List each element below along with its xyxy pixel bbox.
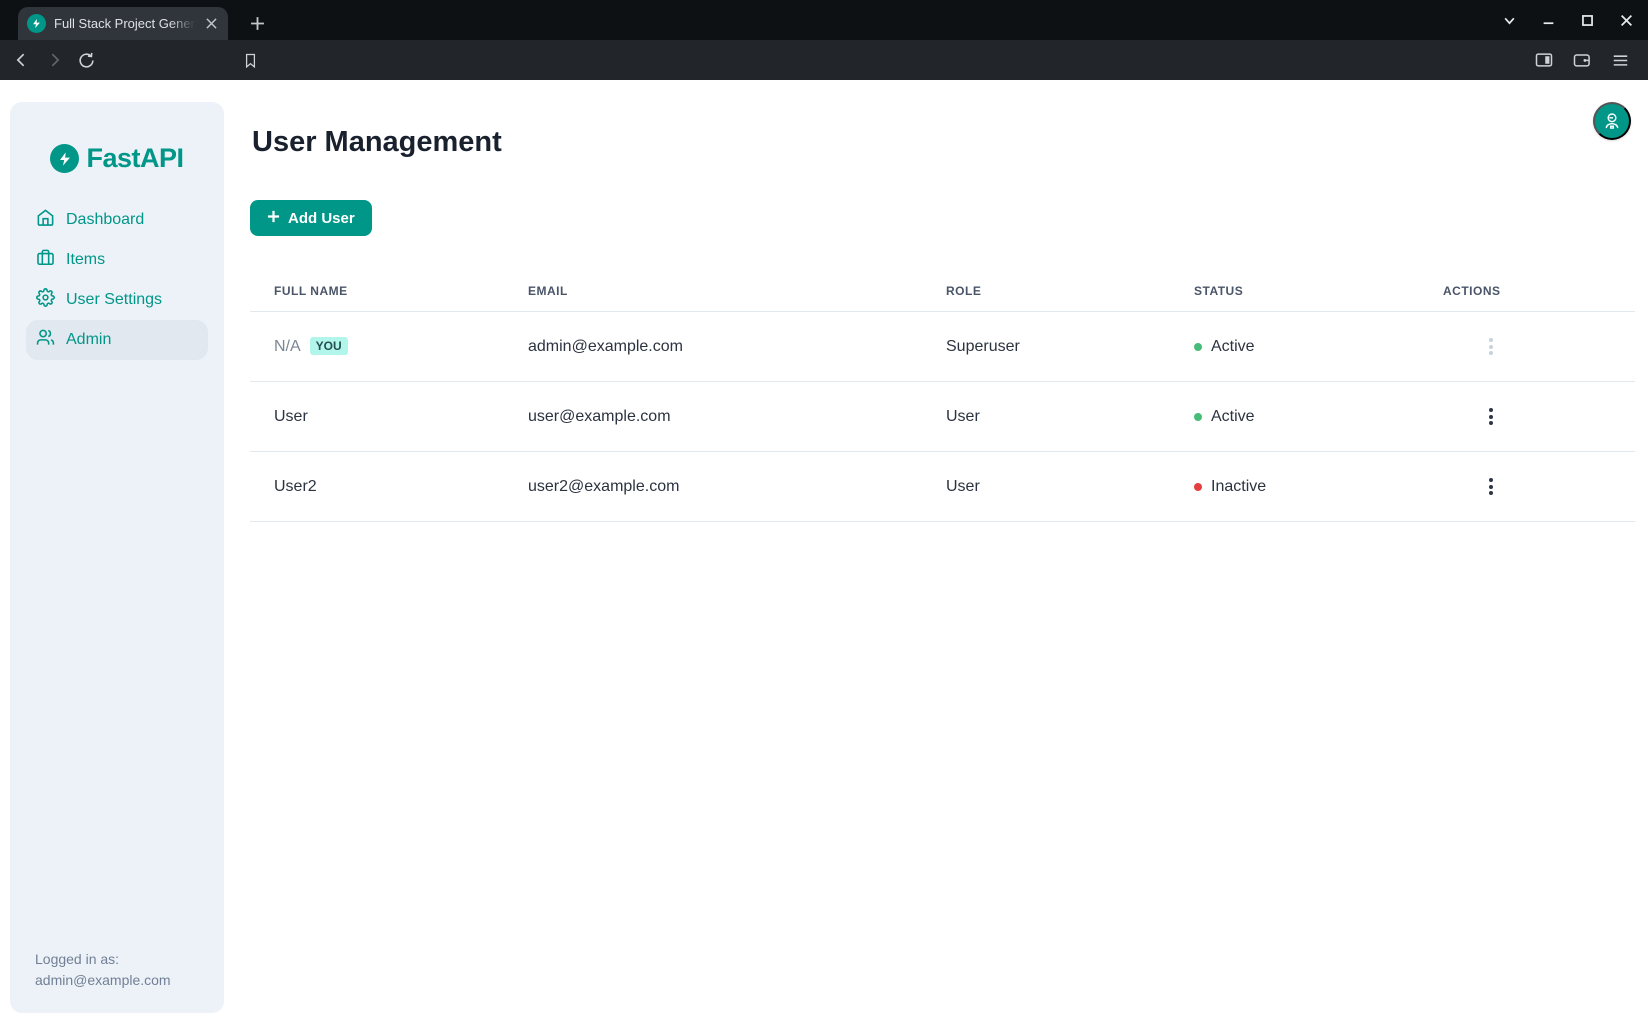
- status-label: Active: [1211, 338, 1255, 356]
- add-user-button[interactable]: Add User: [250, 200, 372, 236]
- user-menu-button[interactable]: [1593, 102, 1631, 140]
- cell-full-name: User: [250, 382, 504, 452]
- users-table: FULL NAME EMAIL ROLE STATUS ACTIONS N/A Y…: [250, 270, 1635, 522]
- sidebar-item-label: Items: [66, 251, 105, 269]
- tab-search-chevron-icon[interactable]: [1501, 12, 1517, 28]
- table-row: User2 user2@example.com User Inactive: [250, 452, 1635, 522]
- row-actions-menu-icon[interactable]: [1479, 403, 1503, 431]
- status-dot: [1194, 343, 1202, 351]
- full-name: N/A: [274, 338, 301, 355]
- cell-email: admin@example.com: [504, 312, 922, 382]
- you-badge: YOU: [310, 337, 348, 355]
- table-row: User user@example.com User Active: [250, 382, 1635, 452]
- row-actions-menu-icon[interactable]: [1479, 473, 1503, 501]
- col-status: STATUS: [1170, 270, 1419, 312]
- menu-hamburger-icon[interactable]: [1608, 48, 1632, 72]
- cell-full-name: User2: [250, 452, 504, 522]
- tab-title: Full Stack Project Genera: [54, 16, 195, 31]
- logged-in-label: Logged in as:: [35, 949, 171, 970]
- cell-role: User: [922, 382, 1170, 452]
- wallet-icon[interactable]: [1570, 48, 1594, 72]
- table-header-row: FULL NAME EMAIL ROLE STATUS ACTIONS: [250, 270, 1635, 312]
- sidebar-item-label: User Settings: [66, 291, 162, 309]
- full-name: User2: [274, 478, 317, 495]
- cell-full-name: N/A YOU: [250, 312, 504, 382]
- cell-role: Superuser: [922, 312, 1170, 382]
- new-tab-button[interactable]: [244, 10, 270, 36]
- minimize-button[interactable]: [1540, 12, 1556, 28]
- status-label: Inactive: [1211, 478, 1266, 496]
- full-name: User: [274, 408, 308, 425]
- status-dot: [1194, 483, 1202, 491]
- bookmark-icon[interactable]: [238, 48, 262, 72]
- fastapi-logo-icon: [50, 144, 79, 173]
- maximize-button[interactable]: [1579, 12, 1595, 28]
- sidebar-item-items[interactable]: Items: [26, 240, 208, 280]
- sidebar-nav: Dashboard Items User Settings: [10, 200, 224, 360]
- add-user-label: Add User: [288, 210, 355, 227]
- sidebar: FastAPI Dashboard Items: [10, 102, 224, 1013]
- status-dot: [1194, 413, 1202, 421]
- page-root: FastAPI Dashboard Items: [0, 80, 1648, 1025]
- sidebar-item-admin[interactable]: Admin: [26, 320, 208, 360]
- briefcase-icon: [36, 248, 55, 272]
- home-icon: [36, 208, 55, 232]
- sidebar-item-label: Dashboard: [66, 211, 144, 229]
- sidebar-item-label: Admin: [66, 331, 111, 349]
- gear-icon: [36, 288, 55, 312]
- reload-button[interactable]: [74, 48, 98, 72]
- cell-email: user2@example.com: [504, 452, 922, 522]
- cell-status: Inactive: [1170, 452, 1419, 522]
- col-role: ROLE: [922, 270, 1170, 312]
- page-title: User Management: [252, 126, 502, 159]
- cell-actions: [1419, 452, 1635, 522]
- cell-role: User: [922, 452, 1170, 522]
- logged-in-as: Logged in as: admin@example.com: [35, 949, 171, 991]
- plus-icon: [267, 210, 280, 227]
- sidebar-item-user-settings[interactable]: User Settings: [26, 280, 208, 320]
- tab-close-icon[interactable]: [203, 16, 219, 32]
- back-button[interactable]: [10, 48, 34, 72]
- users-icon: [36, 328, 55, 352]
- col-actions: ACTIONS: [1419, 270, 1635, 312]
- browser-tab[interactable]: Full Stack Project Genera: [18, 7, 228, 40]
- col-email: EMAIL: [504, 270, 922, 312]
- browser-tabstrip: Full Stack Project Genera: [0, 0, 1648, 40]
- cell-status: Active: [1170, 382, 1419, 452]
- cell-actions: [1419, 382, 1635, 452]
- col-full-name: FULL NAME: [250, 270, 504, 312]
- row-actions-menu-icon: [1479, 333, 1503, 361]
- forward-button[interactable]: [42, 48, 66, 72]
- cell-status: Active: [1170, 312, 1419, 382]
- sidebar-panel-icon[interactable]: [1532, 48, 1556, 72]
- logo-text: FastAPI: [86, 143, 183, 174]
- close-window-button[interactable]: [1618, 12, 1634, 28]
- status-label: Active: [1211, 408, 1255, 426]
- table-row: N/A YOU admin@example.com Superuser Activ…: [250, 312, 1635, 382]
- browser-toolbar: i localhost/admin: [0, 40, 1648, 80]
- fastapi-logo: FastAPI: [10, 143, 224, 174]
- sidebar-item-dashboard[interactable]: Dashboard: [26, 200, 208, 240]
- fastapi-favicon-icon: [27, 14, 46, 33]
- cell-email: user@example.com: [504, 382, 922, 452]
- logged-in-email: admin@example.com: [35, 970, 171, 991]
- cell-actions: [1419, 312, 1635, 382]
